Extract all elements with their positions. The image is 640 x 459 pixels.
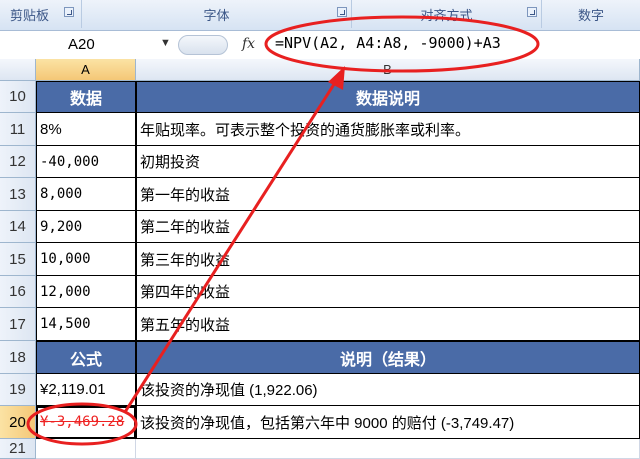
table-row: 11 8% 年贴现率。可表示整个投资的通货膨胀率或利率。 [0, 113, 640, 146]
name-box[interactable]: A20 [0, 33, 178, 55]
column-header-a[interactable]: A [36, 59, 136, 81]
row-header[interactable]: 14 [0, 211, 36, 243]
cell-a16[interactable]: 12,000 [36, 276, 136, 308]
cell-b21[interactable] [136, 439, 640, 459]
ribbon-group-alignment[interactable]: 对齐方式 [352, 0, 542, 28]
font-launcher-icon[interactable] [337, 7, 347, 17]
table-row: 20 ¥-3,469.28 该投资的净现值，包括第六年中 9000 的赔付 (-… [0, 406, 640, 439]
cell-b17[interactable]: 第五年的收益 [136, 308, 640, 341]
cell-b11[interactable]: 年贴现率。可表示整个投资的通货膨胀率或利率。 [136, 113, 640, 146]
cell-b13[interactable]: 第一年的收益 [136, 178, 640, 211]
cell-a21[interactable] [36, 439, 136, 459]
cell-b16[interactable]: 第四年的收益 [136, 276, 640, 308]
column-header-b[interactable]: B [136, 59, 640, 81]
table-row: 14 9,200 第二年的收益 [0, 211, 640, 243]
cell-a12[interactable]: -40,000 [36, 146, 136, 178]
insert-function-icon[interactable]: fx [242, 36, 255, 52]
table-row: 12 -40,000 初期投资 [0, 146, 640, 178]
clipboard-launcher-icon[interactable] [64, 7, 74, 17]
table-row: 15 10,000 第三年的收益 [0, 243, 640, 276]
row-header[interactable]: 12 [0, 146, 36, 178]
select-all-corner[interactable] [0, 59, 36, 81]
ribbon-group-number[interactable]: 数字 [542, 0, 640, 28]
table-row: 21 [0, 439, 640, 459]
formula-input[interactable]: =NPV(A2, A4:A8, -9000)+A3 [275, 34, 501, 52]
table-row: 13 8,000 第一年的收益 [0, 178, 640, 211]
row-header[interactable]: 10 [0, 81, 36, 113]
row-header[interactable]: 15 [0, 243, 36, 276]
cell-b14[interactable]: 第二年的收益 [136, 211, 640, 243]
row-header[interactable]: 13 [0, 178, 36, 211]
name-box-dropdown-icon[interactable]: ▼ [160, 37, 171, 49]
cell-a13[interactable]: 8,000 [36, 178, 136, 211]
cell-a10[interactable]: 数据 [36, 81, 136, 113]
cell-b19[interactable]: 该投资的净现值 (1,922.06) [136, 374, 640, 406]
row-header[interactable]: 17 [0, 308, 36, 341]
formula-bar-splitter[interactable] [178, 35, 228, 55]
alignment-launcher-icon[interactable] [527, 7, 537, 17]
row-header[interactable]: 16 [0, 276, 36, 308]
ribbon-group-clipboard[interactable]: 剪贴板 [0, 0, 82, 28]
cell-b18[interactable]: 说明（结果） [136, 341, 640, 374]
clipboard-label: 剪贴板 [9, 7, 49, 23]
ribbon-group-font[interactable]: 字体 [82, 0, 352, 28]
row-header[interactable]: 20 [0, 406, 36, 439]
table-row: 18 公式 说明（结果） [0, 341, 640, 374]
cell-b20[interactable]: 该投资的净现值，包括第六年中 9000 的赔付 (-3,749.47) [136, 406, 640, 439]
name-box-value: A20 [68, 35, 95, 53]
table-row: 10 数据 数据说明 [0, 81, 640, 113]
cell-a20-value: ¥-3,469.28 [40, 414, 125, 430]
cell-b10[interactable]: 数据说明 [136, 81, 640, 113]
ribbon-group-labels: 剪贴板 字体 对齐方式 数字 [0, 0, 640, 31]
cell-b12[interactable]: 初期投资 [136, 146, 640, 178]
cell-a19[interactable]: ¥2,119.01 [36, 374, 136, 406]
formula-bar: A20 ▼ fx =NPV(A2, A4:A8, -9000)+A3 [0, 31, 640, 60]
cell-a15[interactable]: 10,000 [36, 243, 136, 276]
alignment-label: 对齐方式 [420, 7, 473, 23]
row-header[interactable]: 11 [0, 113, 36, 146]
table-row: 19 ¥2,119.01 该投资的净现值 (1,922.06) [0, 374, 640, 406]
cell-a17[interactable]: 14,500 [36, 308, 136, 341]
cell-b15[interactable]: 第三年的收益 [136, 243, 640, 276]
cell-a11[interactable]: 8% [36, 113, 136, 146]
cell-a20[interactable]: ¥-3,469.28 [36, 406, 136, 439]
number-label: 数字 [577, 7, 604, 23]
table-row: 17 14,500 第五年的收益 [0, 308, 640, 341]
row-header[interactable]: 19 [0, 374, 36, 406]
row-header[interactable]: 18 [0, 341, 36, 374]
row-header[interactable]: 21 [0, 439, 36, 459]
cell-a14[interactable]: 9,200 [36, 211, 136, 243]
cell-a18[interactable]: 公式 [36, 341, 136, 374]
font-label: 字体 [203, 7, 230, 23]
table-row: 16 12,000 第四年的收益 [0, 276, 640, 308]
